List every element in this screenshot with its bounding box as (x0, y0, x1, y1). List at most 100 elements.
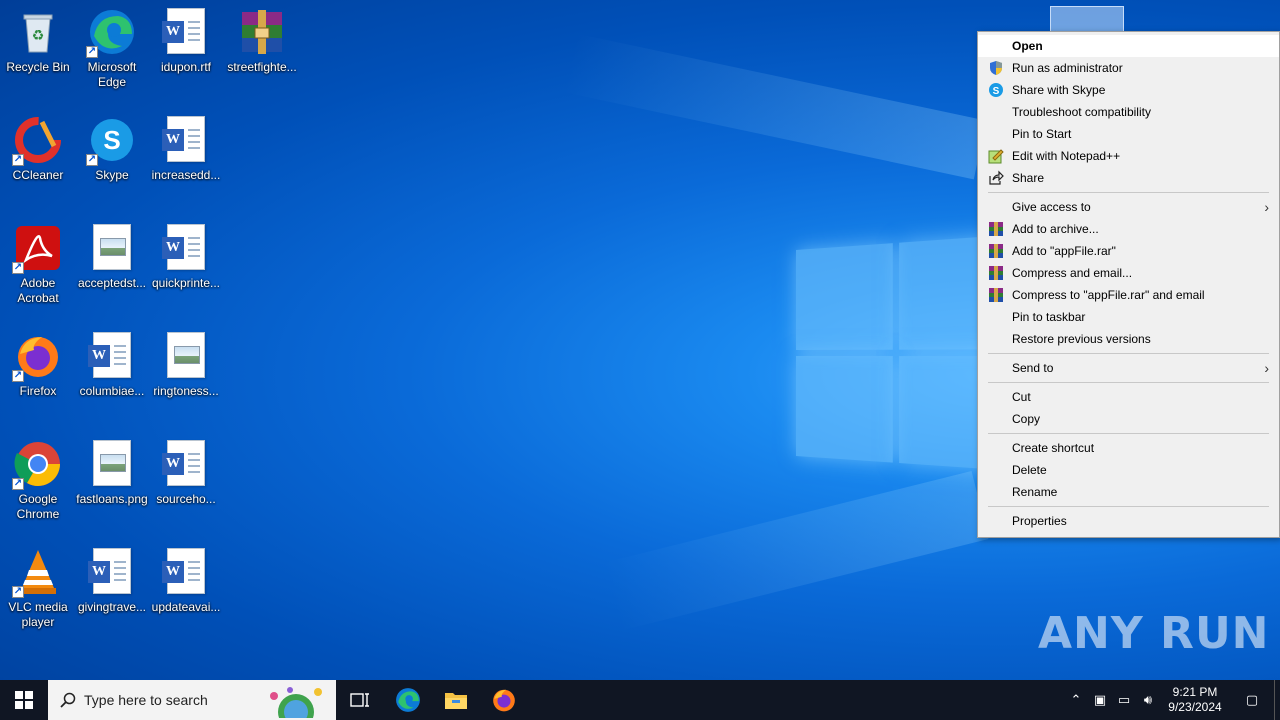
desktop-icon-firefox[interactable]: ↗ Firefox (0, 332, 76, 399)
search-highlight-icon (270, 687, 322, 718)
notification-icon[interactable]: ▢ (1230, 692, 1274, 708)
menu-item-share[interactable]: Share (978, 167, 1279, 189)
desktop-icon-sourceho[interactable]: W sourceho... (148, 440, 224, 507)
clock-time: 9:21 PM (1172, 685, 1218, 699)
chevron-up-icon[interactable]: ⌃ (1064, 692, 1088, 708)
desktop-icon-label: Firefox (19, 384, 57, 398)
menu-separator (988, 506, 1269, 507)
image-file-icon (162, 332, 210, 380)
desktop-icon-adobe-acrobat[interactable]: ↗ Adobe Acrobat (0, 224, 76, 306)
show-desktop-button[interactable] (1274, 680, 1280, 720)
chevron-right-icon: › (1264, 360, 1269, 376)
edge-icon: ↗ (86, 8, 136, 58)
desktop-icon-givingtrave[interactable]: W givingtrave... (74, 548, 150, 615)
shield-icon (988, 60, 1004, 76)
network-icon[interactable]: ▭ (1112, 692, 1136, 708)
menu-item-copy[interactable]: Copy (978, 408, 1279, 430)
desktop-icon-recycle-bin[interactable]: ♻ Recycle Bin (0, 8, 76, 75)
menu-item-share-with-skype[interactable]: S Share with Skype (978, 79, 1279, 101)
desktop-icon-label: CCleaner (12, 168, 64, 182)
menu-item-label: Send to (1012, 361, 1054, 375)
menu-item-label: Add to "appFile.rar" (1012, 244, 1116, 258)
menu-item-add-to-appfile-rar[interactable]: Add to "appFile.rar" (978, 240, 1279, 262)
desktop-icon-label: Microsoft Edge (87, 60, 137, 89)
clock-date: 9/23/2024 (1168, 700, 1222, 714)
desktop-icon-label: givingtrave... (77, 600, 147, 614)
volume-icon[interactable]: 🔊︎ (1136, 692, 1160, 708)
desktop-icon-fastloans[interactable]: fastloans.png (74, 440, 150, 507)
word-doc-icon: W (88, 332, 136, 380)
menu-item-compress-to-appfile-and-email[interactable]: Compress to "appFile.rar" and email (978, 284, 1279, 306)
menu-item-run-as-administrator[interactable]: Run as administrator (978, 57, 1279, 79)
desktop-icon-label: sourceho... (156, 492, 216, 506)
menu-item-label: Cut (1012, 390, 1031, 404)
acrobat-icon: ↗ (12, 224, 62, 274)
menu-item-edit-with-notepadpp[interactable]: Edit with Notepad++ (978, 145, 1279, 167)
desktop-icon-quickprinte[interactable]: W quickprinte... (148, 224, 224, 291)
desktop-icon-label: columbiae... (79, 384, 145, 398)
menu-item-label: Create shortcut (1012, 441, 1095, 455)
taskbar-firefox-button[interactable] (480, 680, 528, 720)
menu-item-label: Restore previous versions (1012, 332, 1151, 346)
desktop-icon-label: VLC media player (8, 600, 68, 629)
taskbar-edge-button[interactable] (384, 680, 432, 720)
desktop-icon-columbiae[interactable]: W columbiae... (74, 332, 150, 399)
taskbar-file-explorer-button[interactable] (432, 680, 480, 720)
menu-item-give-access-to[interactable]: Give access to › (978, 196, 1279, 218)
menu-item-pin-to-taskbar[interactable]: Pin to taskbar (978, 306, 1279, 328)
menu-item-label: Properties (1012, 514, 1067, 528)
menu-item-rename[interactable]: Rename (978, 481, 1279, 503)
menu-item-delete[interactable]: Delete (978, 459, 1279, 481)
taskbar-clock[interactable]: 9:21 PM 9/23/2024 (1160, 685, 1230, 715)
image-file-icon (88, 224, 136, 272)
menu-item-label: Share (1012, 171, 1045, 185)
desktop-icon-streetfighte[interactable]: streetfighte... (224, 8, 300, 75)
menu-item-open[interactable]: Open (978, 35, 1279, 57)
menu-item-send-to[interactable]: Send to › (978, 357, 1279, 379)
menu-item-label: Rename (1012, 485, 1058, 499)
menu-item-label: Share with Skype (1012, 83, 1106, 97)
taskbar-search-box[interactable]: Type here to search (48, 680, 336, 720)
wallpaper-beam (562, 33, 987, 180)
desktop-icon-idupon[interactable]: W idupon.rtf (148, 8, 224, 75)
menu-item-label: Troubleshoot compatibility (1012, 105, 1151, 119)
menu-item-restore-previous-versions[interactable]: Restore previous versions (978, 328, 1279, 350)
search-icon (60, 692, 76, 708)
desktop-icon-updateavai[interactable]: W updateavai... (148, 548, 224, 615)
menu-item-properties[interactable]: Properties (978, 510, 1279, 532)
file-explorer-icon (445, 693, 467, 709)
desktop-icon-label: acceptedst... (77, 276, 147, 290)
menu-item-label: Copy (1012, 412, 1041, 426)
winrar-icon (238, 8, 286, 56)
menu-item-label: Run as administrator (1012, 61, 1123, 75)
task-view-button[interactable] (336, 680, 384, 720)
menu-item-pin-to-start[interactable]: Pin to Start (978, 123, 1279, 145)
desktop-icon-acceptedst[interactable]: acceptedst... (74, 224, 150, 291)
menu-item-cut[interactable]: Cut (978, 386, 1279, 408)
menu-item-create-shortcut[interactable]: Create shortcut (978, 437, 1279, 459)
menu-item-label: Add to archive... (1012, 222, 1099, 236)
word-doc-icon: W (88, 548, 136, 596)
word-doc-icon: W (162, 116, 210, 164)
desktop-icon-ccleaner[interactable]: ↗ CCleaner (0, 116, 76, 183)
desktop-icon-skype[interactable]: S ↗ Skype (74, 116, 150, 183)
device-icon[interactable]: ▣ (1088, 692, 1112, 708)
menu-item-label: Compress to "appFile.rar" and email (1012, 288, 1205, 302)
menu-item-compress-and-email[interactable]: Compress and email... (978, 262, 1279, 284)
vlc-icon: ↗ (12, 548, 62, 598)
menu-item-label: Delete (1012, 463, 1047, 477)
desktop-icon-ringtoness[interactable]: ringtoness... (148, 332, 224, 399)
firefox-icon (493, 689, 515, 712)
menu-item-add-to-archive[interactable]: Add to archive... (978, 218, 1279, 240)
menu-separator (988, 192, 1269, 193)
menu-item-troubleshoot-compatibility[interactable]: Troubleshoot compatibility (978, 101, 1279, 123)
menu-item-label: Edit with Notepad++ (1012, 149, 1121, 163)
desktop-icon-google-chrome[interactable]: ↗ Google Chrome (0, 440, 76, 522)
desktop-icon-microsoft-edge[interactable]: ↗ Microsoft Edge (74, 8, 150, 90)
desktop-icon-vlc[interactable]: ↗ VLC media player (0, 548, 76, 630)
windows-start-icon (15, 691, 33, 709)
desktop-icon-increasedd[interactable]: W increasedd... (148, 116, 224, 183)
menu-separator (988, 433, 1269, 434)
start-button[interactable] (0, 680, 48, 720)
skype-icon: S ↗ (86, 116, 136, 166)
